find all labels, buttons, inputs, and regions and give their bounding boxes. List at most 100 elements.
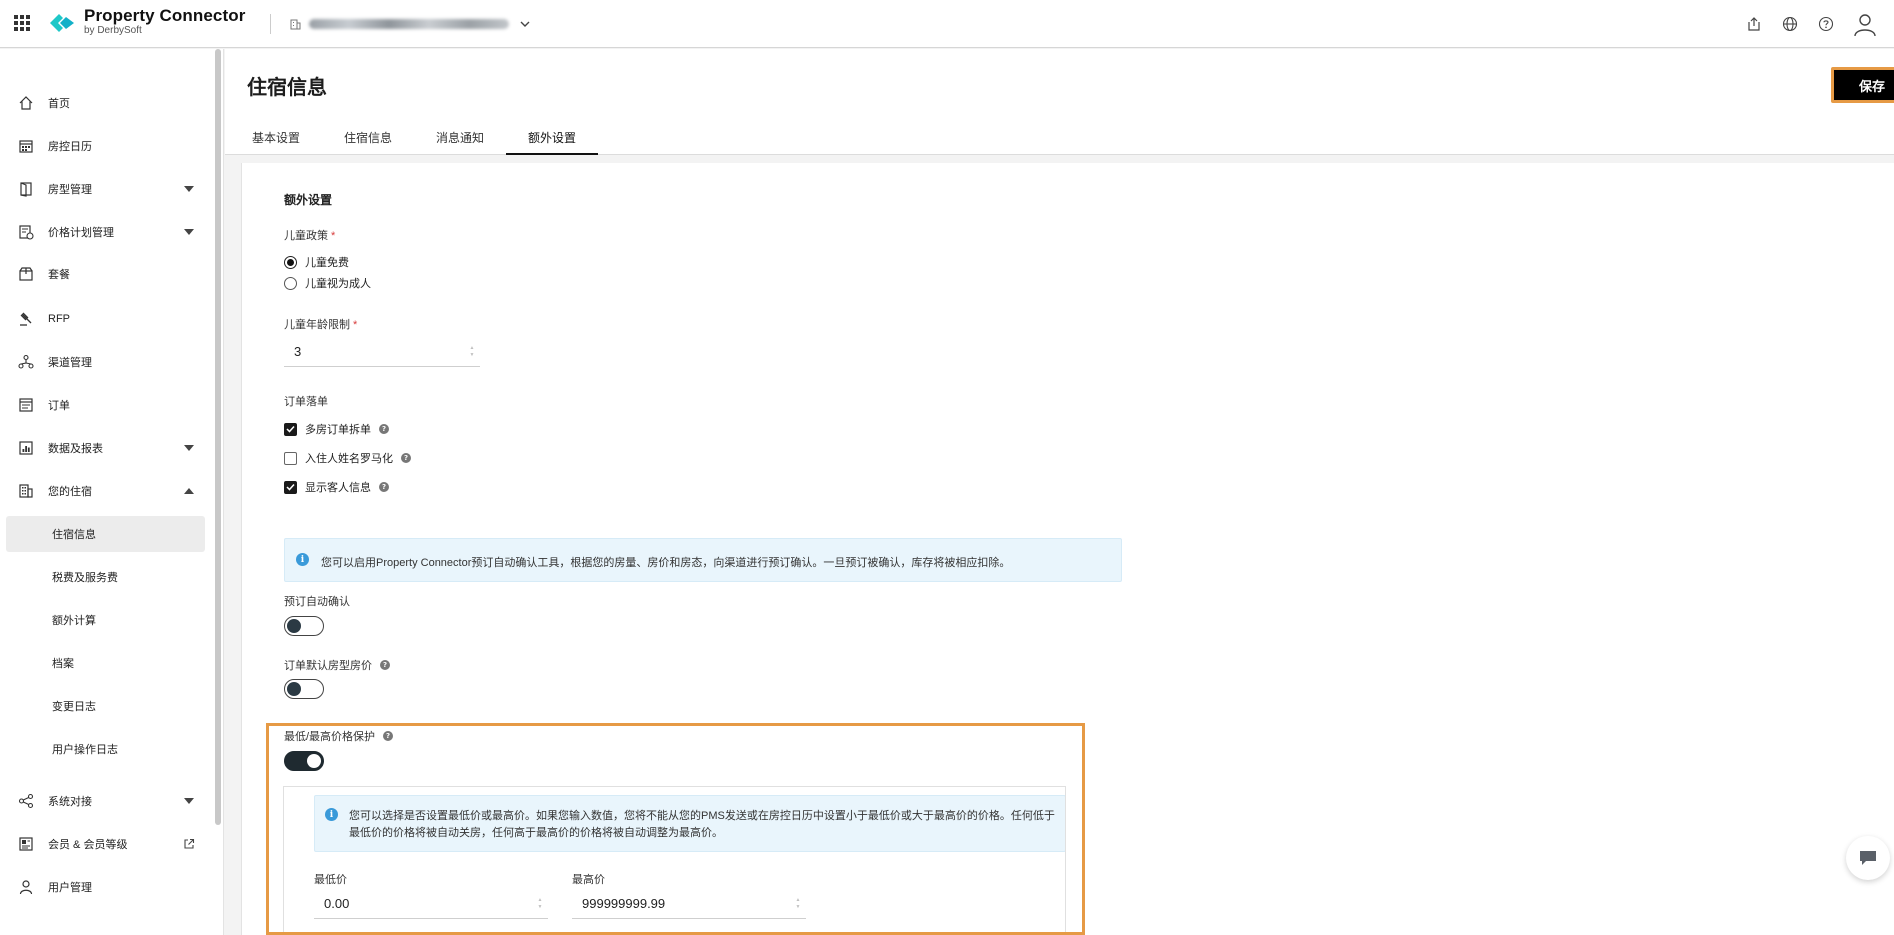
help-icon[interactable]: ? [401, 453, 411, 463]
show-guest-info-checkbox[interactable]: 显示客人信息 ? [284, 479, 389, 495]
sidebar: 首页 房控日历 房型管理 价格计划管理 套餐 RFP 渠道管理 订单 数据及报表… [0, 49, 224, 935]
sidebar-subitem-user-activity-log[interactable]: 用户操作日志 [6, 731, 205, 767]
home-icon [19, 96, 33, 110]
sidebar-item-home[interactable]: 首页 [0, 86, 210, 120]
checkbox-indicator [284, 422, 297, 436]
child-policy-label-text: 儿童政策 [284, 230, 328, 242]
user-avatar-icon[interactable] [1852, 11, 1878, 37]
gavel-icon [20, 312, 32, 326]
sidebar-item-label: 数据及报表 [48, 443, 103, 455]
price-protect-label: 最低/最高价格保护? [284, 728, 394, 744]
child-free-radio[interactable]: 儿童免费 [284, 254, 349, 270]
sidebar-item-label: 价格计划管理 [48, 227, 114, 239]
price-protect-toggle[interactable] [284, 751, 324, 771]
export-icon[interactable] [1746, 16, 1762, 32]
sidebar-item-channels[interactable]: 渠道管理 [0, 345, 210, 379]
sidebar-item-orders[interactable]: 订单 [0, 388, 210, 422]
radio-label: 儿童视为成人 [305, 278, 371, 290]
sidebar-item-label: 您的住宿 [48, 486, 92, 498]
price-protect-label-text: 最低/最高价格保护 [284, 731, 376, 743]
child-as-adult-radio[interactable]: 儿童视为成人 [284, 275, 371, 291]
help-icon[interactable]: ? [379, 482, 389, 492]
caret-down-icon [184, 445, 194, 451]
help-icon[interactable]: ? [380, 660, 390, 670]
sidebar-item-label: 用户管理 [48, 882, 92, 894]
tab-extra-settings[interactable]: 额外设置 [506, 129, 599, 155]
required-asterisk: * [353, 319, 358, 331]
sidebar-item-label: 会员 & 会员等级 [48, 839, 128, 851]
top-bar: Property Connector by DerbySoft [0, 0, 1894, 48]
sidebar-item-user-management[interactable]: 用户管理 [0, 870, 210, 904]
sidebar-subitem-change-log[interactable]: 变更日志 [6, 688, 205, 724]
sidebar-item-packages[interactable]: 套餐 [0, 257, 210, 291]
checkbox-indicator [284, 451, 297, 465]
radio-indicator [284, 276, 297, 290]
chat-button[interactable] [1846, 836, 1890, 880]
toggle-knob [307, 754, 321, 768]
sidebar-subitem-profile[interactable]: 档案 [6, 645, 205, 681]
number-spinner[interactable]: ▲ ▼ [469, 345, 475, 359]
auto-confirm-label: 预订自动确认 [284, 596, 350, 608]
sidebar-item-calendar[interactable]: 房控日历 [0, 129, 210, 163]
page-title: 住宿信息 [247, 77, 327, 99]
channel-icon [18, 354, 34, 369]
calendar-icon [19, 140, 33, 153]
sidebar-subitem-property-info[interactable]: 住宿信息 [6, 516, 205, 552]
sidebar-item-your-property[interactable]: 您的住宿 [0, 474, 210, 508]
romanize-name-checkbox[interactable]: 入住人姓名罗马化 ? [284, 450, 411, 466]
sidebar-item-label: 系统对接 [48, 796, 92, 808]
child-age-input[interactable] [284, 337, 480, 367]
tab-notifications[interactable]: 消息通知 [414, 129, 506, 155]
checkbox-label: 多房订单拆单 [305, 424, 371, 436]
sidebar-item-reports[interactable]: 数据及报表 [0, 431, 210, 465]
auto-confirm-info-banner: i 您可以启用Property Connector预订自动确认工具，根据您的房量… [284, 538, 1122, 582]
caret-down-icon [184, 186, 194, 192]
help-circle-icon[interactable] [1818, 16, 1834, 32]
help-icon[interactable]: ? [379, 424, 389, 434]
share-icon [18, 793, 34, 809]
sidebar-subitem-label: 税费及服务费 [52, 572, 118, 584]
info-icon: i [296, 553, 309, 566]
help-icon[interactable]: ? [383, 731, 394, 741]
default-rate-label: 订单默认房型房价? [284, 657, 390, 673]
section-title: 额外设置 [284, 193, 333, 207]
door-icon [20, 182, 32, 197]
multi-room-split-checkbox[interactable]: 多房订单拆单 ? [284, 421, 389, 437]
external-link-icon [184, 838, 195, 849]
globe-icon[interactable] [1782, 16, 1798, 32]
sidebar-subitem-label: 住宿信息 [52, 529, 96, 541]
default-rate-toggle[interactable] [284, 679, 324, 699]
sidebar-item-system-integration[interactable]: 系统对接 [0, 784, 210, 818]
child-age-label-text: 儿童年龄限制 [284, 319, 350, 331]
checkbox-label: 入住人姓名罗马化 [305, 453, 393, 465]
price-plan-icon [19, 225, 34, 240]
building-icon [290, 19, 301, 29]
child-policy-label: 儿童政策 * [284, 227, 335, 243]
checkbox-indicator [284, 480, 297, 494]
toggle-knob [287, 682, 301, 696]
logo-icon [50, 14, 74, 32]
topbar-divider [270, 14, 271, 34]
sidebar-item-rfp[interactable]: RFP [0, 302, 210, 336]
sidebar-item-membership[interactable]: 会员 & 会员等级 [0, 827, 210, 861]
sidebar-subitem-label: 额外计算 [52, 615, 96, 627]
sidebar-subitem-label: 变更日志 [52, 701, 96, 713]
property-selector[interactable] [290, 12, 531, 36]
tab-property-info[interactable]: 住宿信息 [322, 129, 414, 155]
save-button[interactable]: 保存 [1831, 67, 1894, 103]
default-rate-label-text: 订单默认房型房价 [284, 660, 372, 672]
chevron-down-icon [520, 21, 530, 27]
radio-indicator [284, 255, 297, 269]
info-text: 您可以启用Property Connector预订自动确认工具，根据您的房量、房… [321, 557, 1011, 569]
sidebar-item-label: 订单 [48, 400, 70, 412]
tab-basic-settings[interactable]: 基本设置 [247, 129, 322, 155]
sidebar-item-rate-plans[interactable]: 价格计划管理 [0, 215, 210, 249]
sidebar-scrollbar[interactable] [215, 49, 221, 825]
price-protect-panel [283, 786, 1066, 935]
auto-confirm-toggle[interactable] [284, 616, 324, 636]
apps-grid-icon[interactable] [14, 15, 30, 31]
sidebar-subitem-taxes-fees[interactable]: 税费及服务费 [6, 559, 205, 595]
sidebar-item-room-types[interactable]: 房型管理 [0, 172, 210, 206]
sidebar-subitem-extra-calc[interactable]: 额外计算 [6, 602, 205, 638]
toggle-knob [287, 619, 301, 633]
